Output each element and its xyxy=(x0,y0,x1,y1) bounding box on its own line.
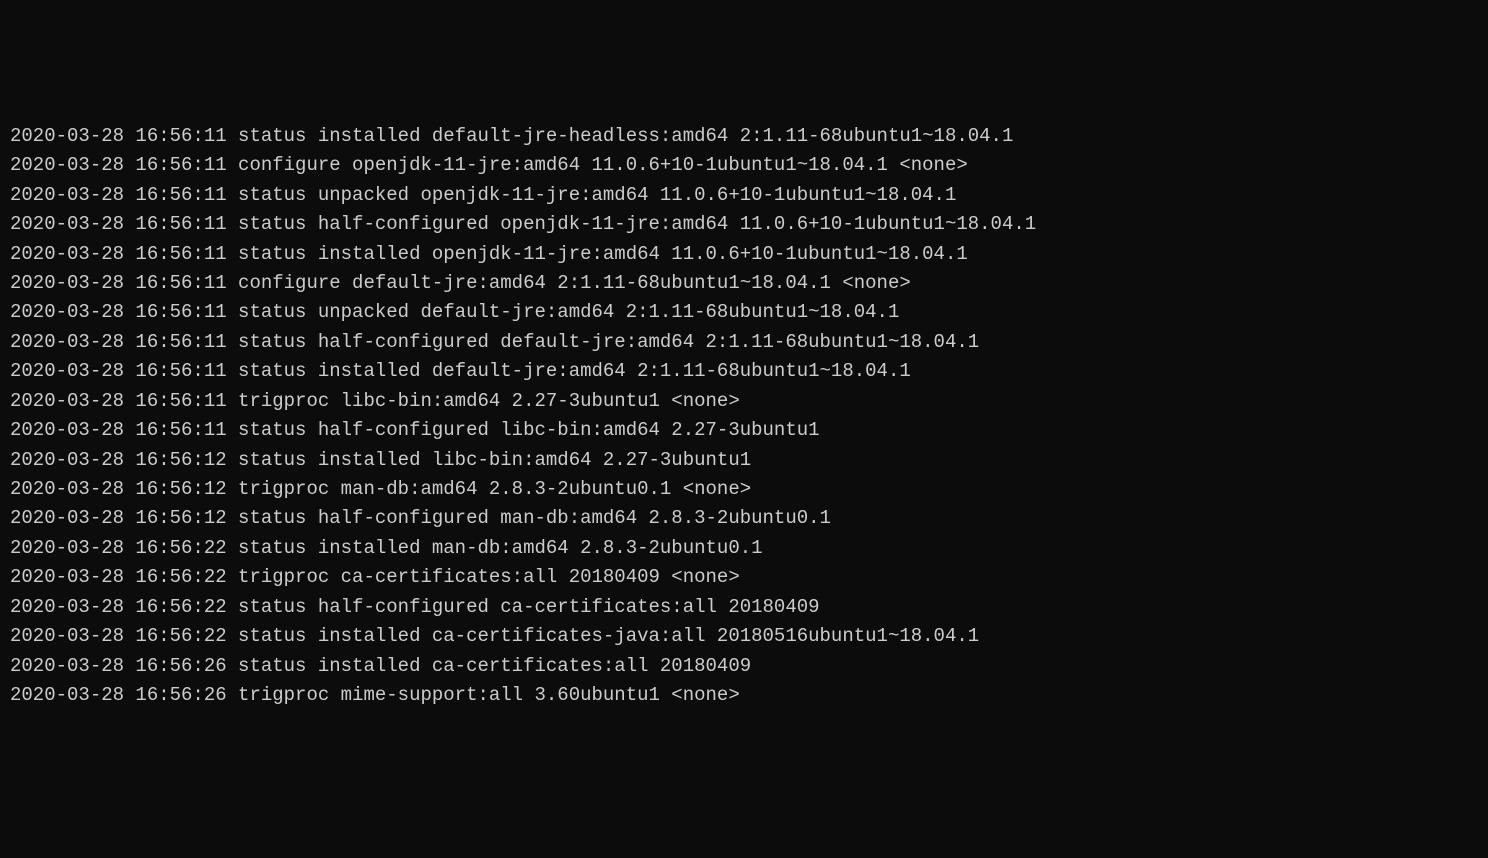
log-line: 2020-03-28 16:56:11 status installed ope… xyxy=(10,240,1478,269)
log-line: 2020-03-28 16:56:11 status unpacked defa… xyxy=(10,298,1478,327)
log-line: 2020-03-28 16:56:22 trigproc ca-certific… xyxy=(10,563,1478,592)
log-line: 2020-03-28 16:56:12 status half-configur… xyxy=(10,504,1478,533)
log-line: 2020-03-28 16:56:11 status half-configur… xyxy=(10,416,1478,445)
log-line: 2020-03-28 16:56:11 status unpacked open… xyxy=(10,181,1478,210)
log-line: 2020-03-28 16:56:26 status installed ca-… xyxy=(10,652,1478,681)
log-line: 2020-03-28 16:56:11 status half-configur… xyxy=(10,210,1478,239)
log-line: 2020-03-28 16:56:11 status half-configur… xyxy=(10,328,1478,357)
log-line: 2020-03-28 16:56:11 status installed def… xyxy=(10,357,1478,386)
log-line: 2020-03-28 16:56:22 status half-configur… xyxy=(10,593,1478,622)
log-line: 2020-03-28 16:56:22 status installed ca-… xyxy=(10,622,1478,651)
log-line: 2020-03-28 16:56:11 configure openjdk-11… xyxy=(10,151,1478,180)
log-line: 2020-03-28 16:56:12 status installed lib… xyxy=(10,446,1478,475)
log-line: 2020-03-28 16:56:22 status installed man… xyxy=(10,534,1478,563)
log-line: 2020-03-28 16:56:12 trigproc man-db:amd6… xyxy=(10,475,1478,504)
log-line: 2020-03-28 16:56:11 trigproc libc-bin:am… xyxy=(10,387,1478,416)
terminal-output: 2020-03-28 16:56:11 status installed def… xyxy=(10,122,1478,711)
log-line: 2020-03-28 16:56:11 status installed def… xyxy=(10,122,1478,151)
log-line: 2020-03-28 16:56:11 configure default-jr… xyxy=(10,269,1478,298)
log-line: 2020-03-28 16:56:26 trigproc mime-suppor… xyxy=(10,681,1478,710)
